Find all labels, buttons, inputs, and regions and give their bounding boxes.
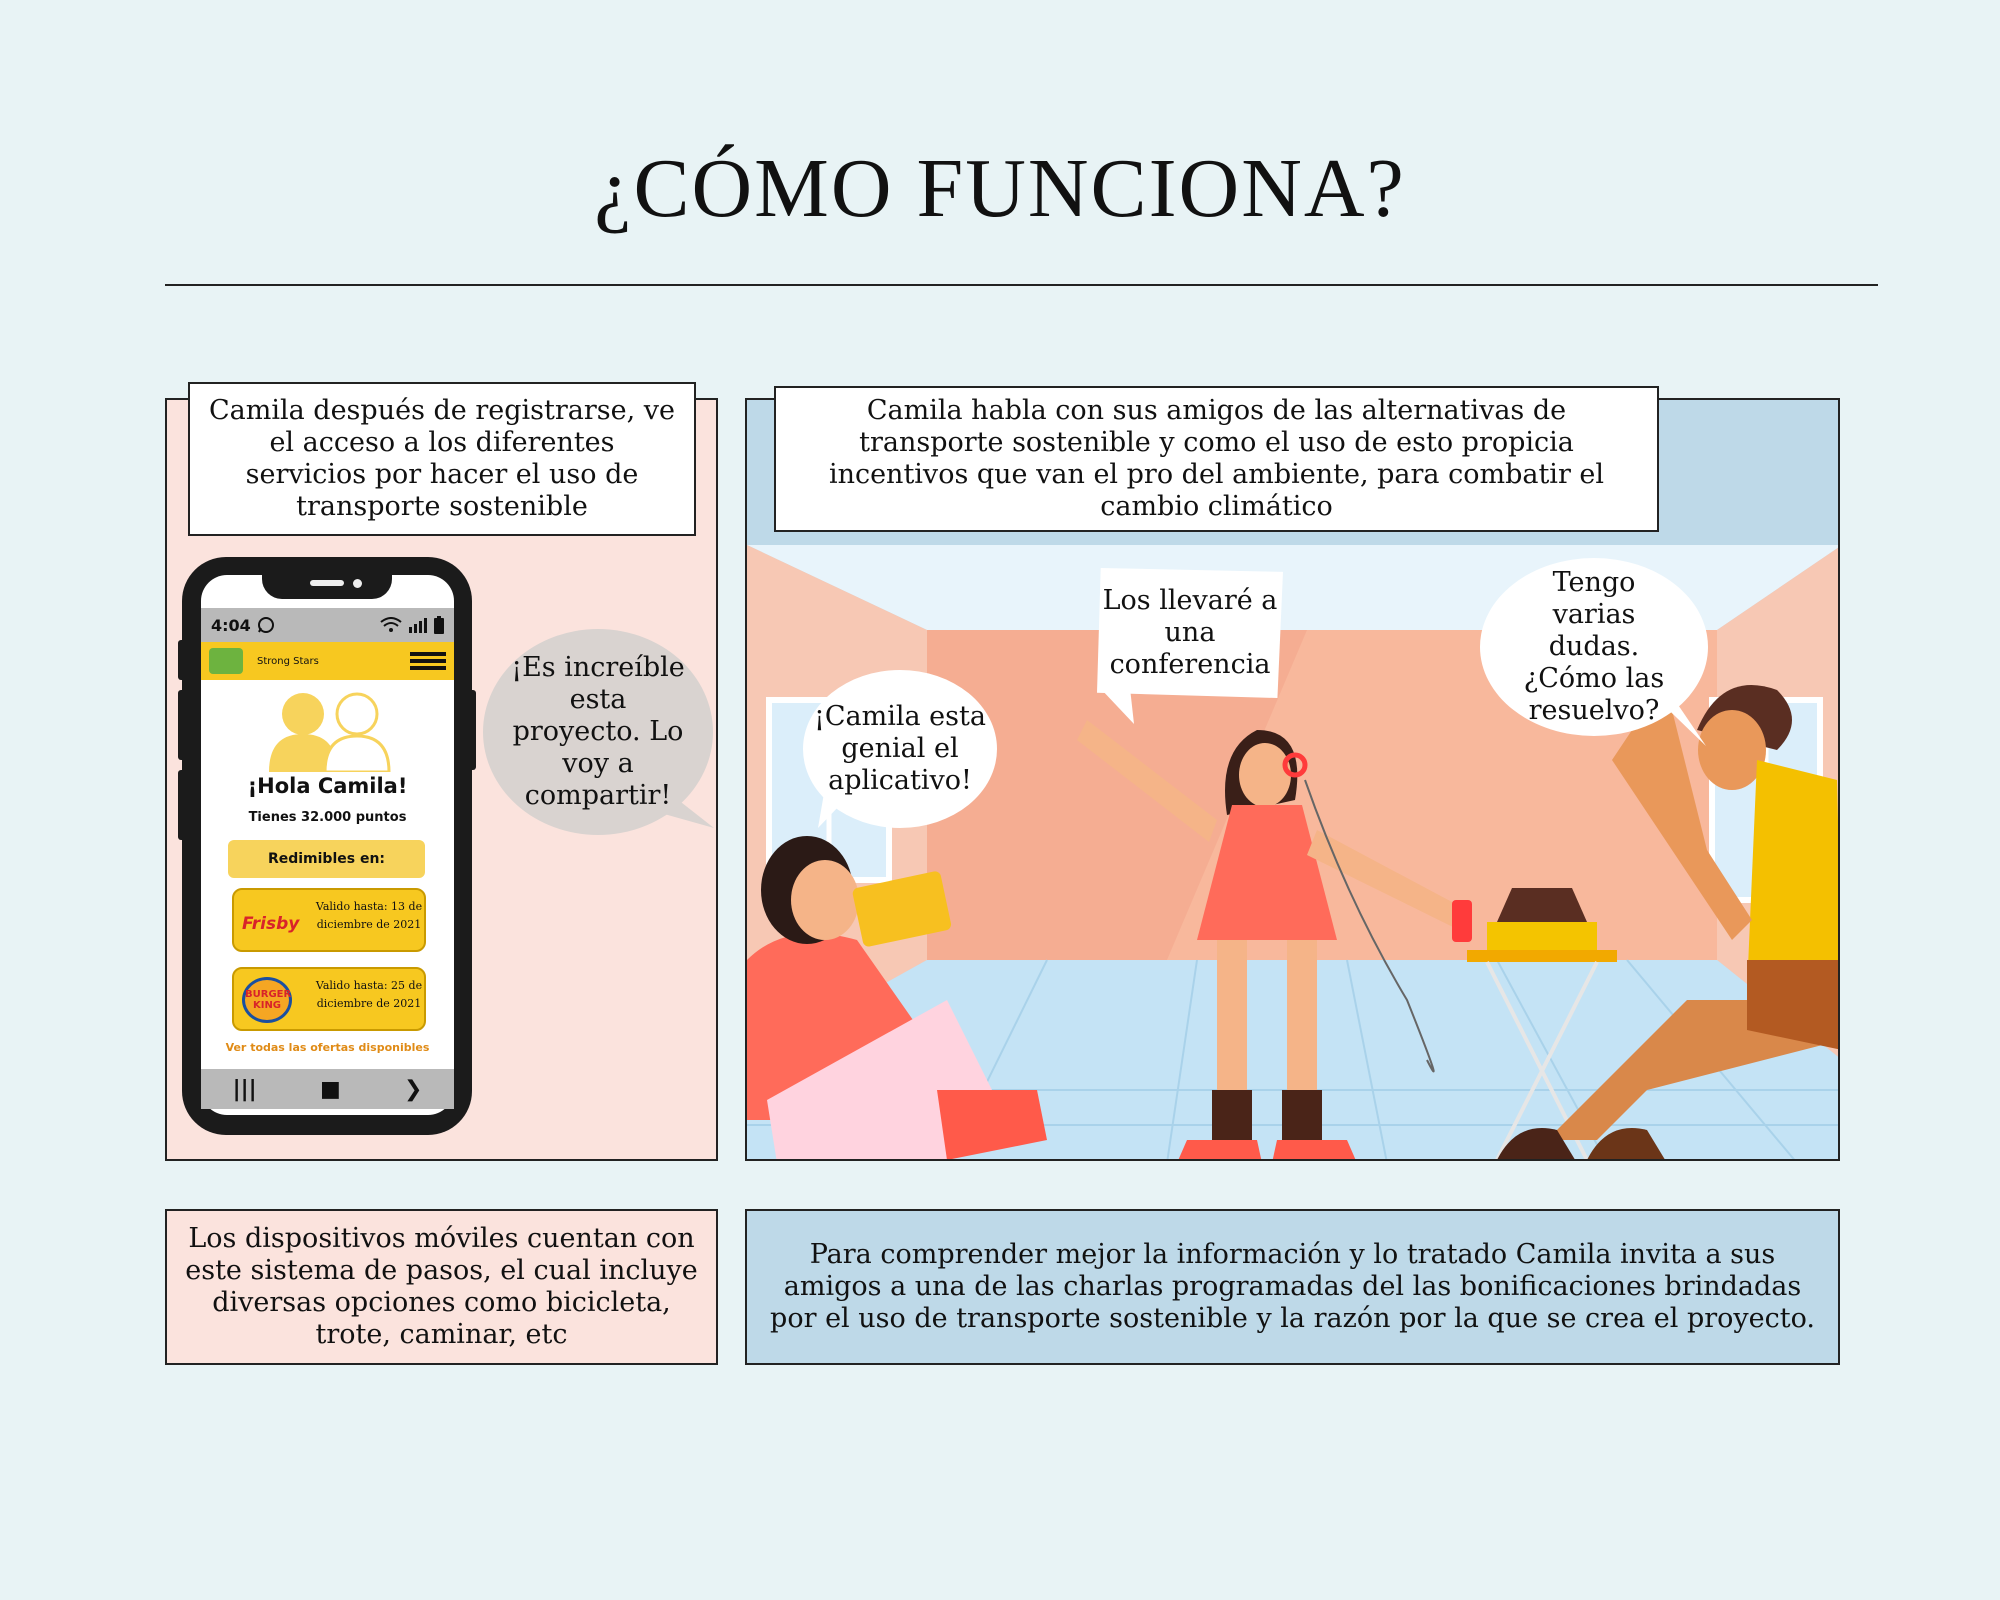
app-logo-icon [209, 648, 243, 674]
bottom-caption-left-text: Los dispositivos móviles cuentan con est… [185, 1223, 698, 1350]
speech-bubble-dudas: Tengo varias dudas. ¿Cómo las resuelvo? [1480, 558, 1708, 736]
speech-bubble-text: ¡Camila esta genial el aplicativo! [814, 701, 986, 796]
coupon-burger-king[interactable]: BURGER KING Valido hasta: 25 de diciembr… [232, 967, 426, 1031]
phone-speaker [310, 580, 344, 586]
coupon-valid-text: Valido hasta: 25 de diciembre de 2021 [315, 979, 423, 1010]
phone-app-bar: Strong Stars [201, 642, 454, 680]
speech-bubble-text: ¡Es increíble esta proyecto. Lo voy a co… [511, 652, 685, 811]
coupon-valid-text: Valido hasta: 13 de diciembre de 2021 [315, 900, 423, 931]
hamburger-menu-icon[interactable] [410, 652, 446, 670]
bottom-caption-right-text: Para comprender mejor la información y l… [770, 1239, 1815, 1334]
app-name: Strong Stars [257, 655, 319, 667]
speech-bubble-left: ¡Es increíble esta proyecto. Lo voy a co… [483, 629, 713, 835]
home-icon[interactable]: ■ [320, 1077, 341, 1102]
caption-left-text: Camila después de registrarse, ve el acc… [208, 395, 675, 522]
caption-left: Camila después de registrarse, ve el acc… [188, 382, 696, 536]
phone-status-bar: 4:04 [201, 608, 454, 642]
redeem-label: Redimibles en: [228, 840, 425, 878]
wifi-icon [380, 617, 402, 632]
burger-king-logo: BURGER KING [242, 977, 292, 1023]
back-icon[interactable]: ❯ [404, 1077, 422, 1102]
title-divider [165, 284, 1878, 286]
battery-icon [434, 616, 444, 634]
caption-right: Camila habla con sus amigos de las alter… [774, 386, 1659, 532]
bottom-caption-left: Los dispositivos móviles cuentan con est… [165, 1209, 718, 1365]
speech-bubble-text: Tengo varias dudas. ¿Cómo las resuelvo? [1523, 567, 1665, 726]
whatsapp-icon [257, 617, 274, 633]
page-title: ¿CÓMO FUNCIONA? [594, 142, 1406, 235]
caption-right-text: Camila habla con sus amigos de las alter… [828, 395, 1605, 522]
users-icon [269, 692, 391, 772]
speech-bubble-text: Los llevaré a una conferencia [1102, 585, 1278, 680]
points-text: Tienes 32.000 puntos [248, 810, 407, 825]
signal-icon [409, 618, 427, 633]
frisby-logo: Frisby [242, 914, 300, 934]
recent-apps-icon[interactable]: ||| [233, 1077, 257, 1102]
speech-bubble-camila: ¡Camila esta genial el aplicativo! [803, 670, 997, 828]
speech-bubble-tail [1100, 688, 1134, 724]
speech-bubble-conferencia: Los llevaré a una conferencia [1097, 568, 1283, 698]
offers-link[interactable]: Ver todas las ofertas disponibles [201, 1041, 454, 1054]
phone-nav-bar: ||| ■ ❯ [201, 1069, 454, 1109]
bottom-caption-right: Para comprender mejor la información y l… [745, 1209, 1840, 1365]
burger-king-logo-text: BURGER KING [245, 989, 292, 1011]
status-time: 4:04 [211, 615, 251, 635]
coupon-frisby[interactable]: Frisby Valido hasta: 13 de diciembre de … [232, 888, 426, 952]
phone-camera [353, 579, 362, 588]
greeting-text: ¡Hola Camila! [247, 774, 408, 798]
